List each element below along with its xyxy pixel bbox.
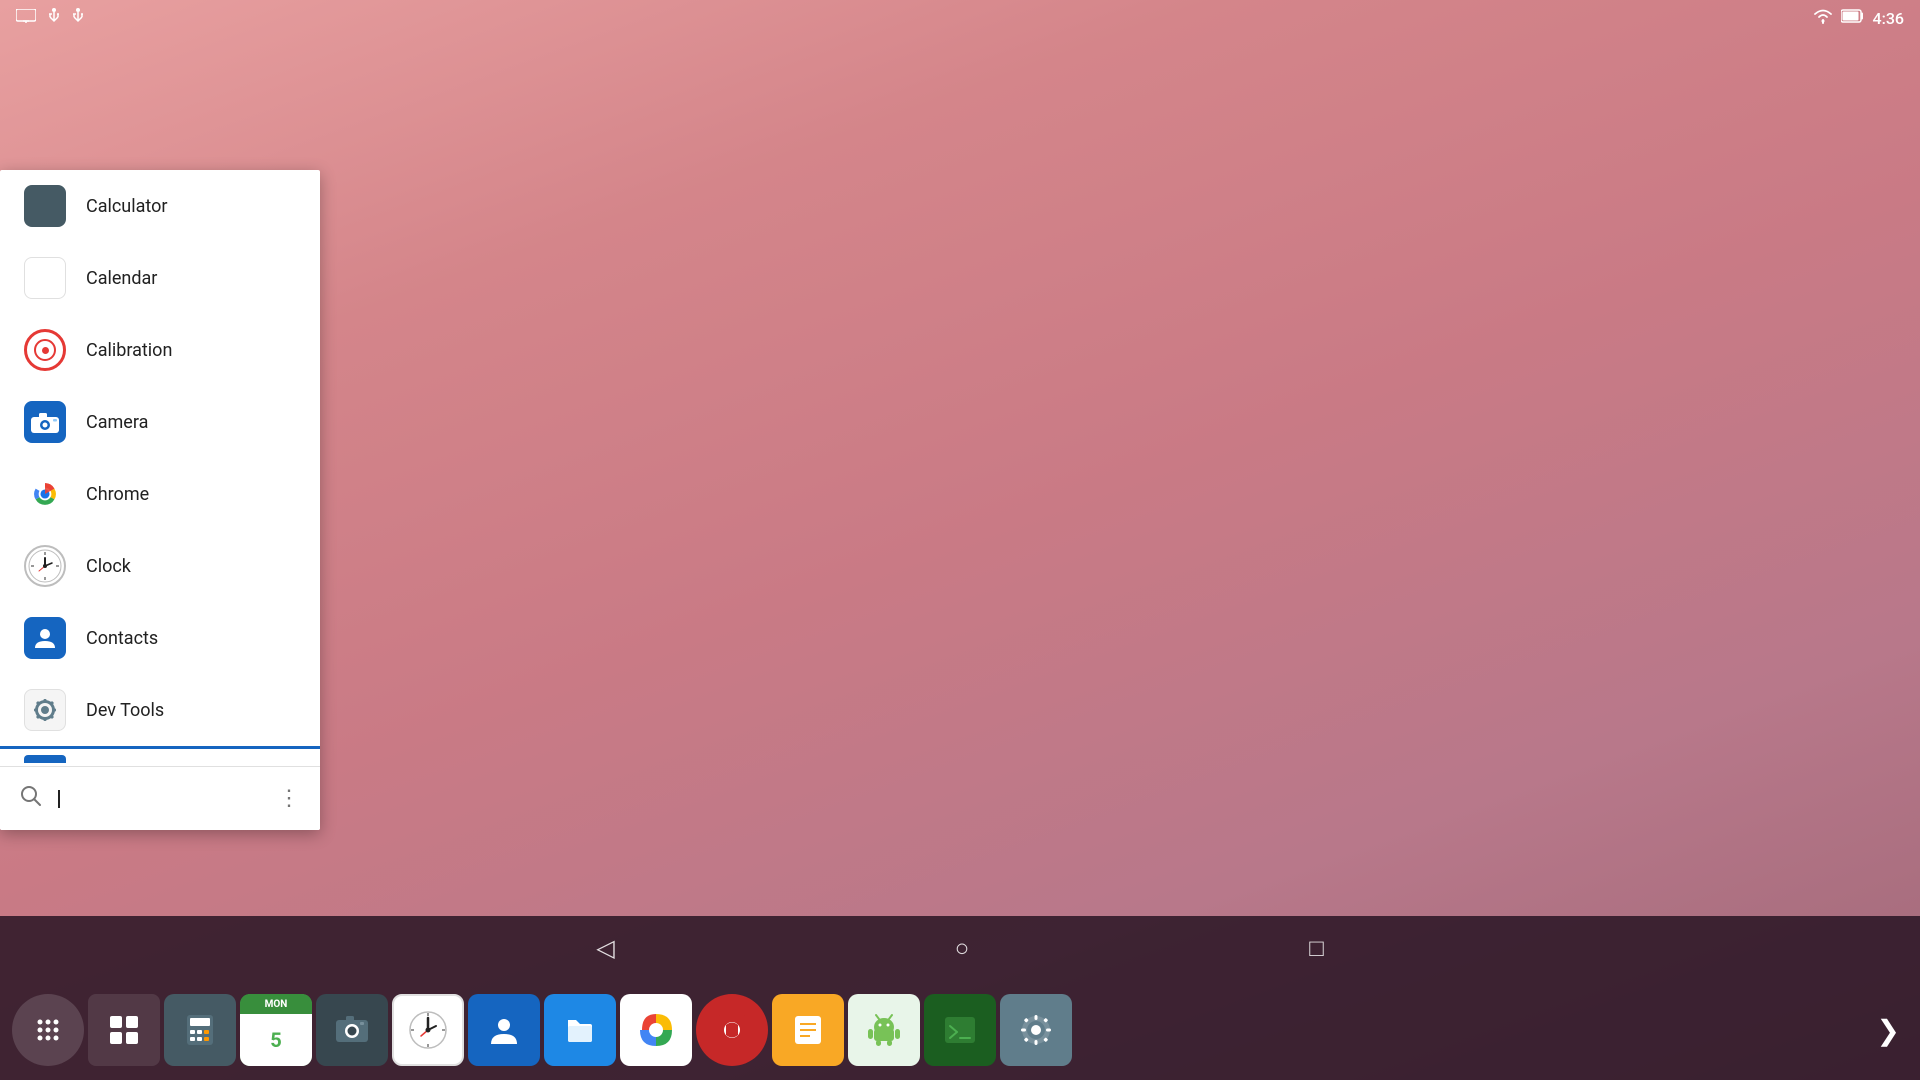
taskbar-contacts[interactable]	[468, 994, 540, 1066]
clock-icon	[24, 545, 66, 587]
usb1-icon	[48, 7, 60, 29]
chrome-icon	[24, 473, 66, 515]
app-item-calibration[interactable]: Calibration	[0, 314, 320, 386]
calculator-label: Calculator	[86, 196, 167, 217]
app-list: Calculator Calendar	[0, 170, 320, 746]
home-button[interactable]: ○	[955, 934, 970, 963]
calendar-label: Calendar	[86, 268, 157, 289]
taskbar-android[interactable]	[848, 994, 920, 1066]
app-item-chrome[interactable]: Chrome	[0, 458, 320, 530]
app-item-clock[interactable]: Clock	[0, 530, 320, 602]
taskbar: MON 5	[0, 980, 1920, 1080]
taskbar-music[interactable]	[696, 994, 768, 1066]
wifi-icon	[1813, 8, 1833, 28]
battery-icon	[1841, 9, 1865, 27]
calendar-icon	[24, 257, 66, 299]
app-drawer: Calculator Calendar	[0, 170, 320, 830]
chrome-label: Chrome	[86, 484, 149, 505]
status-bar: 4:36	[0, 0, 1920, 36]
search-input[interactable]	[58, 789, 262, 809]
taskbar-apps: MON 5	[12, 994, 1869, 1066]
taskbar-screenshot[interactable]	[316, 994, 388, 1066]
usb2-icon	[72, 7, 84, 29]
taskbar-terminal[interactable]	[924, 994, 996, 1066]
status-bar-left	[16, 7, 84, 29]
taskbar-calculator[interactable]	[164, 994, 236, 1066]
taskbar-settings[interactable]	[1000, 994, 1072, 1066]
time-display: 4:36	[1873, 9, 1905, 28]
taskbar-notes[interactable]	[772, 994, 844, 1066]
app-item-contacts[interactable]: Contacts	[0, 602, 320, 674]
drawer-search-bar: ⋮	[0, 766, 320, 830]
taskbar-photos[interactable]	[620, 994, 692, 1066]
recent-button[interactable]: □	[1309, 934, 1324, 963]
drawer-search-icon[interactable]	[20, 785, 42, 813]
taskbar-clock[interactable]	[392, 994, 464, 1066]
back-button[interactable]: ◁	[596, 934, 614, 962]
calibration-label: Calibration	[86, 340, 172, 361]
taskbar-launcher[interactable]	[12, 994, 84, 1066]
app-item-camera[interactable]: Camera	[0, 386, 320, 458]
camera-label: Camera	[86, 412, 148, 433]
devtools-icon	[24, 689, 66, 731]
devtools-label: Dev Tools	[86, 700, 164, 721]
taskbar-arrow[interactable]: ❯	[1869, 1014, 1908, 1047]
app-item-devtools[interactable]: Dev Tools	[0, 674, 320, 746]
taskbar-files[interactable]	[544, 994, 616, 1066]
taskbar-apps-grid[interactable]	[88, 994, 160, 1066]
camera-icon	[24, 401, 66, 443]
calculator-icon	[24, 185, 66, 227]
nav-bar: ◁ ○ □	[0, 916, 1920, 980]
app-item-calculator[interactable]: Calculator	[0, 170, 320, 242]
status-bar-right: 4:36	[1813, 8, 1905, 28]
clock-label: Clock	[86, 556, 131, 577]
contacts-label: Contacts	[86, 628, 158, 649]
calibration-icon	[24, 329, 66, 371]
screen-icon	[16, 9, 36, 27]
drawer-more-icon[interactable]: ⋮	[278, 786, 300, 811]
taskbar-calendar[interactable]: MON 5	[240, 994, 312, 1066]
contacts-icon	[24, 617, 66, 659]
app-item-calendar[interactable]: Calendar	[0, 242, 320, 314]
